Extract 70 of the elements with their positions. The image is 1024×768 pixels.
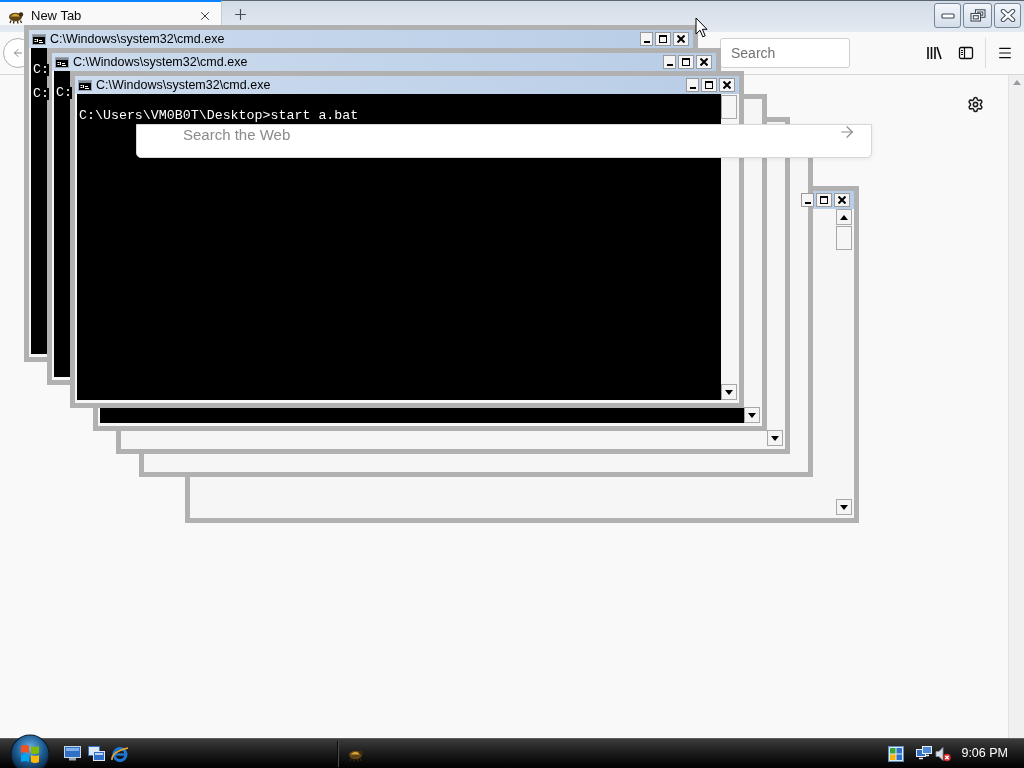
colored-squares-icon[interactable] xyxy=(888,745,905,762)
close-icon xyxy=(723,81,731,89)
minimize-button[interactable] xyxy=(801,193,814,207)
console-icon xyxy=(32,33,46,45)
close-icon xyxy=(838,196,846,204)
scroll-down-button[interactable] xyxy=(836,499,852,515)
menu-icon[interactable] xyxy=(997,45,1013,61)
minimize-button[interactable] xyxy=(640,32,653,46)
restore-icon xyxy=(969,9,986,22)
e-swoosh-icon[interactable] xyxy=(111,744,129,763)
close-button[interactable] xyxy=(673,32,689,46)
caret-down-icon xyxy=(840,504,848,510)
scroll-down-button[interactable] xyxy=(721,384,737,400)
minimize-icon xyxy=(666,64,673,66)
window-title: C:\Windows\system32\cmd.exe xyxy=(50,32,225,46)
close-button[interactable] xyxy=(834,193,850,207)
volume-muted-icon[interactable] xyxy=(935,745,952,762)
window-title: C:\Windows\system32\cmd.exe xyxy=(73,55,248,69)
browser-tab[interactable]: New Tab xyxy=(0,0,222,25)
windows-logo-icon xyxy=(10,733,50,768)
stacked-windows-icon[interactable] xyxy=(88,746,105,761)
arrow-left-icon xyxy=(11,47,24,59)
maximize-button[interactable] xyxy=(701,78,717,92)
maximize-button[interactable] xyxy=(678,55,694,69)
console-icon xyxy=(55,56,69,68)
restore-button[interactable] xyxy=(963,3,992,28)
caret-down-icon xyxy=(725,389,733,395)
maximize-icon xyxy=(682,58,690,66)
scroll-thumb[interactable] xyxy=(721,95,737,119)
close-icon xyxy=(999,9,1016,22)
maximize-icon xyxy=(820,196,828,204)
scroll-up-button[interactable] xyxy=(836,209,852,225)
sidebar-icon[interactable] xyxy=(958,45,974,61)
console-text: C:\Users\VM0B0T\Desktop>start a.bat xyxy=(79,110,359,122)
maximize-icon xyxy=(659,35,667,43)
console-text: C: xyxy=(33,64,49,76)
library-icon[interactable] xyxy=(926,45,942,61)
search-field[interactable]: Search xyxy=(720,38,850,68)
web-search-field[interactable]: Search the Web xyxy=(136,123,872,158)
caret-down-icon xyxy=(748,412,756,418)
caret-down-icon xyxy=(771,435,779,441)
window-title: C:\Windows\system32\cmd.exe xyxy=(96,78,271,92)
minimize-button[interactable] xyxy=(663,55,676,69)
scroll-down-button[interactable] xyxy=(744,407,760,423)
close-button[interactable] xyxy=(696,55,712,69)
minimize-button[interactable] xyxy=(686,78,699,92)
close-button[interactable] xyxy=(994,3,1021,28)
settings-icon xyxy=(967,96,984,113)
scroll-down-button[interactable] xyxy=(767,430,783,446)
scroll-thumb[interactable] xyxy=(836,226,852,250)
maximize-button[interactable] xyxy=(816,193,832,207)
clock: 9:06 PM xyxy=(961,745,1008,763)
minimize-icon xyxy=(689,87,696,89)
network-icon[interactable] xyxy=(916,745,933,762)
arrow-right-icon[interactable] xyxy=(838,123,856,141)
start-button[interactable] xyxy=(10,733,50,768)
maximize-icon xyxy=(705,81,713,89)
close-icon xyxy=(700,58,708,66)
minimize-icon xyxy=(804,202,811,204)
settings-button[interactable] xyxy=(967,96,984,113)
console-text: C: xyxy=(56,87,72,99)
console-text: C: xyxy=(33,88,49,100)
maximize-button[interactable] xyxy=(655,32,671,46)
caret-up-icon xyxy=(1012,80,1021,85)
desktop-icon[interactable] xyxy=(64,746,81,761)
minimize-icon xyxy=(643,41,650,43)
console-icon xyxy=(78,79,92,91)
close-icon xyxy=(677,35,685,43)
caret-up-icon xyxy=(840,214,848,220)
close-button[interactable] xyxy=(719,78,735,92)
